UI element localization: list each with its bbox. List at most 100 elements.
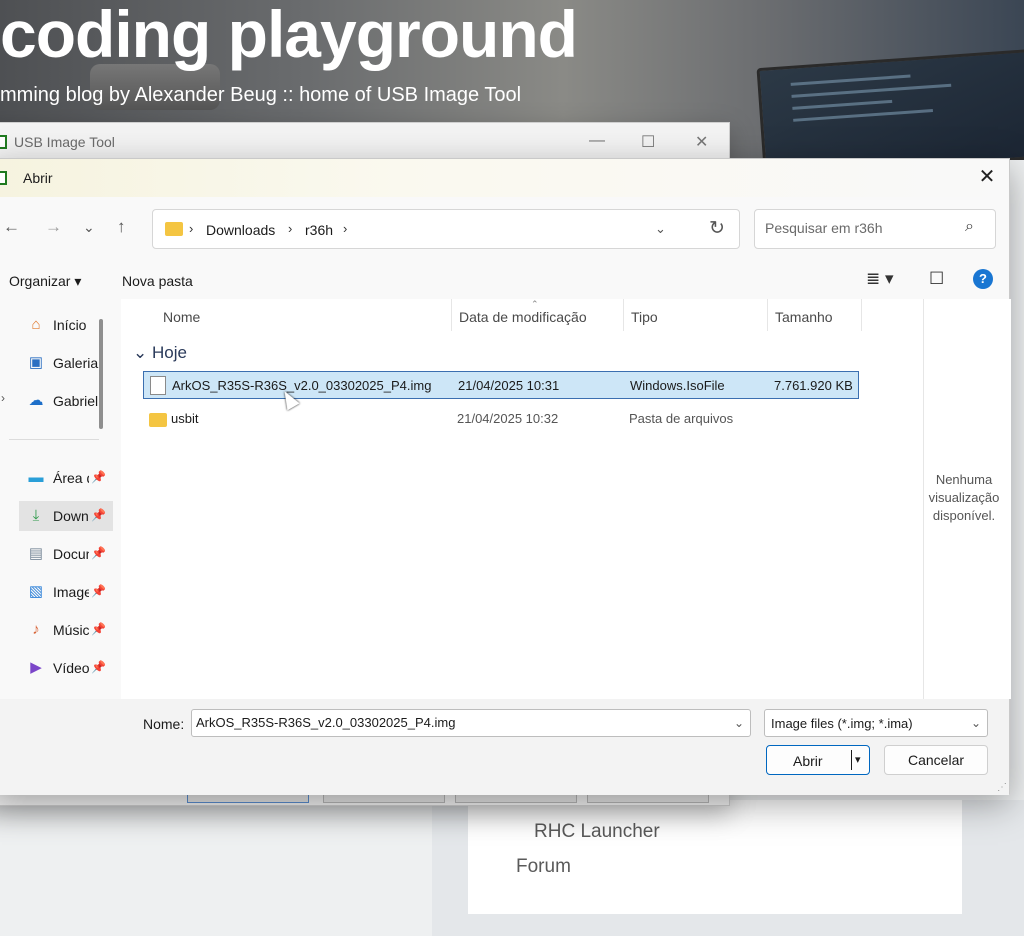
column-header-name[interactable]: Nome [163, 309, 200, 325]
up-arrow-icon[interactable]: ↑ [117, 217, 126, 237]
pin-icon: 📌 [91, 660, 106, 674]
collapse-chevron-icon[interactable]: ⌄ [133, 343, 147, 362]
nav-item-label: Área de Trabalho [53, 470, 89, 486]
file-name: usbit [171, 411, 199, 426]
column-header-size[interactable]: Tamanho [775, 309, 833, 325]
column-divider[interactable] [861, 299, 862, 331]
navigation-pane: ⌂ Início ▣ Galeria › ☁ Gabriel - Pessoal… [0, 299, 113, 699]
search-icon[interactable]: ⌕ [965, 218, 974, 236]
nav-item-label: Galeria [53, 355, 99, 371]
usb-window-titlebar[interactable]: USB Image Tool — ☐ ✕ [0, 123, 729, 161]
column-divider[interactable] [623, 299, 624, 331]
open-button-label: Abrir [793, 753, 823, 769]
address-dropdown-chevron-icon[interactable]: ⌄ [655, 221, 666, 237]
command-bar: Organizar ▾ Nova pasta ≣ ▾ ☐ [0, 261, 1009, 299]
forward-arrow-icon[interactable]: → [45, 217, 62, 237]
nav-pane-scrollbar[interactable] [99, 319, 103, 429]
gallery-icon: ▣ [28, 354, 44, 371]
pin-icon: 📌 [91, 622, 106, 636]
nav-item-videos[interactable]: ▶ Vídeos 📌 [25, 653, 113, 683]
nav-item-label: Gabriel - Pessoal [53, 393, 103, 409]
usb-close-button[interactable]: ✕ [695, 132, 708, 152]
expand-chevron-icon[interactable]: › [1, 391, 5, 405]
maximize-button[interactable]: ☐ [641, 132, 655, 152]
group-label: Hoje [151, 343, 187, 362]
cancel-button[interactable]: Cancelar [884, 745, 988, 775]
nav-item-desktop[interactable]: ▬ Área de Trabalho 📌 [25, 463, 113, 493]
sidebar-link-rhc-launcher[interactable]: RHC Launcher [534, 821, 660, 843]
help-icon[interactable]: ? [973, 269, 993, 289]
home-icon: ⌂ [31, 316, 41, 333]
pin-icon: 📌 [91, 546, 106, 560]
refresh-icon[interactable]: ↻ [709, 217, 725, 240]
column-divider[interactable] [451, 299, 452, 331]
download-icon: ⤓ [32, 507, 40, 524]
file-list: ⌃ Nome Data de modificação Tipo Tamanho … [121, 299, 923, 699]
nav-item-label: Vídeos [53, 660, 89, 676]
documents-icon: ▤ [28, 545, 44, 562]
music-icon: ♪ [32, 621, 40, 638]
breadcrumb-separator[interactable]: › [343, 221, 347, 236]
nav-item-downloads[interactable]: ⤓ Downloads 📌 [19, 501, 113, 531]
site-title[interactable]: coding playground [0, 0, 578, 72]
breadcrumb-downloads[interactable]: Downloads [206, 222, 275, 238]
filename-input[interactable] [196, 715, 716, 730]
dialog-title: Abrir [23, 170, 53, 186]
onedrive-icon: ☁ [28, 392, 44, 409]
breadcrumb-r36h[interactable]: r36h [305, 222, 333, 238]
sidebar-link-forum[interactable]: Forum [516, 856, 571, 878]
site-sidebar-inner: RHC Launcher Forum [468, 800, 962, 914]
dialog-close-button[interactable]: ✕ [975, 165, 999, 189]
nav-item-label: Documentos [53, 546, 89, 562]
group-header-today[interactable]: ⌄ Hoje [133, 343, 187, 363]
open-file-dialog: Abrir ✕ ← → ⌄ ↑ › Downloads › r36h › ⌄ ↻… [0, 158, 1011, 795]
dialog-titlebar[interactable]: Abrir ✕ [0, 159, 1009, 197]
file-row[interactable]: ArkOS_R35S-R36S_v2.0_03302025_P4.img 21/… [143, 371, 859, 399]
address-bar[interactable]: › Downloads › r36h › ⌄ ↻ [152, 209, 740, 249]
nav-item-label: Músicas [53, 622, 89, 638]
folder-icon [149, 413, 167, 427]
back-arrow-icon[interactable]: ← [3, 217, 20, 237]
new-folder-button[interactable]: Nova pasta [122, 273, 193, 289]
open-button[interactable]: Abrir ▾ [766, 745, 870, 775]
organize-menu-button[interactable]: Organizar ▾ [9, 273, 81, 290]
dialog-app-icon [0, 171, 7, 185]
chevron-down-icon[interactable]: ⌄ [734, 716, 744, 730]
preview-pane-icon[interactable]: ☐ [929, 269, 944, 289]
site-sidebar: RHC Launcher Forum [432, 800, 1024, 936]
column-header-date[interactable]: Data de modificação [459, 309, 587, 325]
preview-pane: Nenhuma visualização disponível. [923, 299, 1011, 699]
pictures-icon: ▧ [28, 583, 44, 600]
breadcrumb-separator[interactable]: › [288, 221, 292, 236]
pin-icon: 📌 [91, 470, 106, 484]
usb-app-icon [0, 135, 7, 149]
column-header-type[interactable]: Tipo [631, 309, 658, 325]
search-input[interactable] [765, 220, 955, 236]
videos-icon: ▶ [30, 659, 42, 676]
nav-item-documents[interactable]: ▤ Documentos 📌 [25, 539, 113, 569]
usb-window-title: USB Image Tool [14, 134, 115, 150]
split-divider [851, 750, 852, 770]
chevron-down-icon[interactable]: ⌄ [971, 716, 981, 730]
minimize-button[interactable]: — [589, 132, 605, 150]
resize-grip-icon[interactable]: ⋰ [997, 782, 1007, 793]
view-options-icon[interactable]: ≣ ▾ [866, 269, 894, 289]
folder-row[interactable]: usbit 21/04/2025 10:32 Pasta de arquivos [143, 405, 859, 433]
recent-locations-chevron-icon[interactable]: ⌄ [83, 219, 95, 236]
header-photo-monitor [756, 48, 1024, 160]
file-type-filter-select[interactable]: Image files (*.img; *.ima) ⌄ [764, 709, 988, 737]
open-options-arrow-icon[interactable]: ▾ [855, 753, 861, 766]
file-name: ArkOS_R35S-R36S_v2.0_03302025_P4.img [172, 378, 432, 393]
nav-item-label: Início [53, 317, 87, 333]
dialog-footer: Nome: ⌄ Image files (*.img; *.ima) ⌄ Abr… [0, 699, 1009, 795]
filename-combobox[interactable]: ⌄ [191, 709, 751, 737]
file-date: 21/04/2025 10:31 [458, 378, 560, 393]
nav-item-music[interactable]: ♪ Músicas 📌 [25, 615, 113, 645]
file-type: Windows.IsoFile [630, 378, 725, 393]
no-preview-text: Nenhuma visualização disponível. [928, 472, 1000, 523]
file-size: 7.761.920 KB [774, 378, 853, 393]
nav-item-pictures[interactable]: ▧ Imagens 📌 [25, 577, 113, 607]
column-divider[interactable] [767, 299, 768, 331]
search-box[interactable]: ⌕ [754, 209, 996, 249]
nav-item-label: Imagens [53, 584, 89, 600]
